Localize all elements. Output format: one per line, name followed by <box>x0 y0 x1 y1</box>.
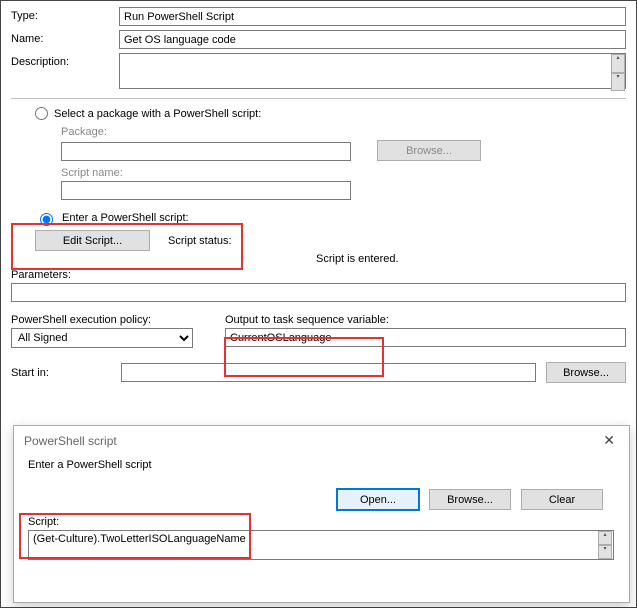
open-button[interactable]: Open... <box>337 489 419 510</box>
script-status-value: Script is entered. <box>316 253 399 265</box>
dialog-prompt: Enter a PowerShell script <box>28 459 615 471</box>
startin-label: Start in: <box>11 367 111 379</box>
script-label: Script: <box>28 516 615 528</box>
scriptname-field <box>61 181 351 200</box>
spinner-down-icon[interactable]: ▾ <box>611 73 625 92</box>
scriptname-label: Script name: <box>61 167 626 179</box>
name-field[interactable] <box>119 30 626 49</box>
divider <box>11 98 626 99</box>
startin-browse-button[interactable]: Browse... <box>546 362 626 383</box>
edit-script-button[interactable]: Edit Script... <box>35 230 150 251</box>
startin-field[interactable] <box>121 363 536 382</box>
execution-policy-label: PowerShell execution policy: <box>11 314 193 326</box>
package-browse-button: Browse... <box>377 140 481 161</box>
parameters-label: Parameters: <box>11 269 626 281</box>
clear-button[interactable]: Clear <box>521 489 603 510</box>
output-variable-label: Output to task sequence variable: <box>225 314 626 326</box>
close-icon[interactable]: ✕ <box>599 432 619 449</box>
dialog-browse-button[interactable]: Browse... <box>429 489 511 510</box>
package-label: Package: <box>61 126 626 138</box>
spinner-up-icon[interactable]: ▴ <box>598 531 612 545</box>
script-status-label: Script status: <box>168 235 232 247</box>
dialog-title: PowerShell script <box>24 434 117 448</box>
execution-policy-select[interactable]: All Signed <box>11 328 193 348</box>
name-label: Name: <box>11 30 119 45</box>
type-label: Type: <box>11 7 119 22</box>
description-field[interactable] <box>119 53 626 89</box>
spinner-down-icon[interactable]: ▾ <box>598 545 612 559</box>
select-package-radio[interactable] <box>35 107 48 120</box>
parameters-field[interactable] <box>11 283 626 302</box>
output-variable-field[interactable] <box>225 328 626 347</box>
description-label: Description: <box>11 53 119 68</box>
type-field[interactable] <box>119 7 626 26</box>
select-package-label: Select a package with a PowerShell scrip… <box>54 108 261 120</box>
enter-script-label: Enter a PowerShell script: <box>62 212 189 224</box>
powershell-script-dialog: PowerShell script ✕ Enter a PowerShell s… <box>13 425 630 603</box>
package-field <box>61 142 351 161</box>
enter-script-radio[interactable] <box>40 213 53 226</box>
spinner-up-icon[interactable]: ▴ <box>611 54 625 73</box>
script-textarea[interactable]: (Get-Culture).TwoLetterISOLanguageName <box>28 530 614 560</box>
